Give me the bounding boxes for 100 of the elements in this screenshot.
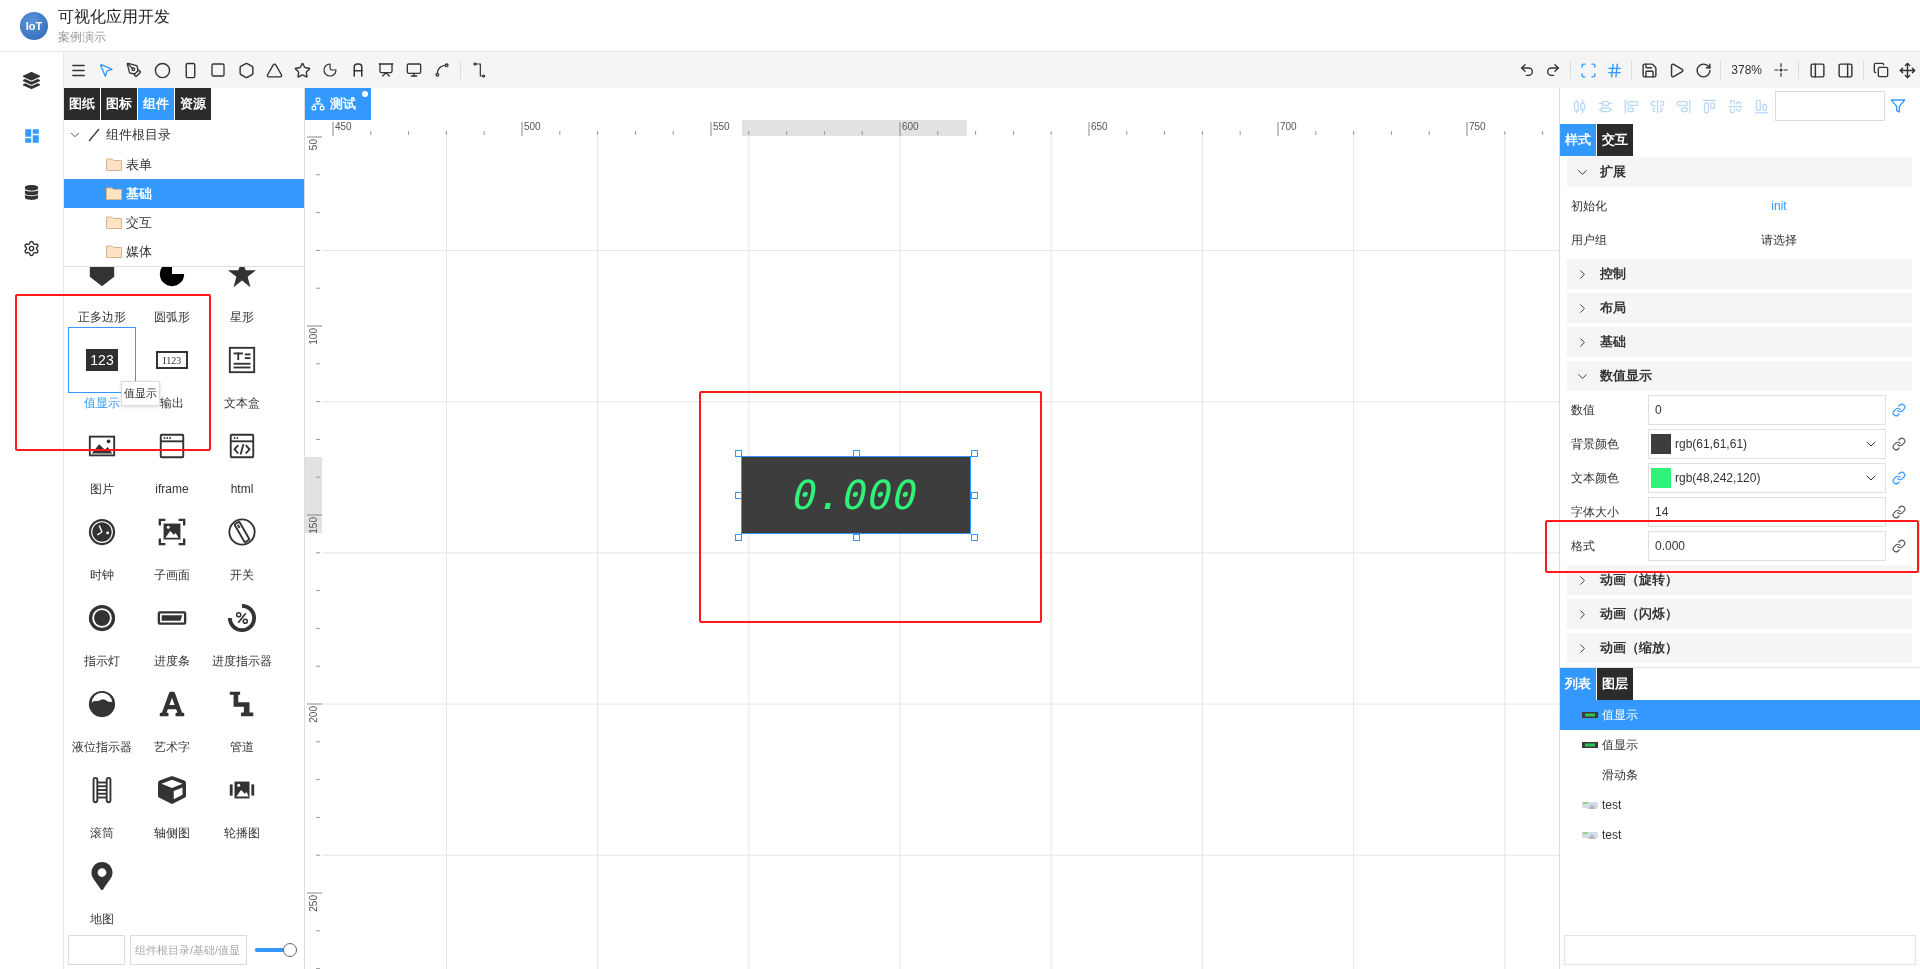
component-label: 进度条 bbox=[154, 653, 190, 670]
circle-icon bbox=[153, 61, 171, 79]
component-label: 输出 bbox=[160, 395, 184, 412]
section-header[interactable]: 扩展 bbox=[1567, 157, 1912, 187]
property-label: 文本颜色 bbox=[1570, 469, 1620, 487]
component-label: 时钟 bbox=[90, 567, 114, 584]
number-input-icon: I123 bbox=[156, 351, 188, 369]
align-top-icon bbox=[1701, 98, 1717, 114]
section-header[interactable]: 控制 bbox=[1567, 259, 1912, 289]
resize-handle[interactable] bbox=[970, 449, 978, 457]
refresh-icon bbox=[1694, 61, 1712, 79]
panel-tab[interactable]: 图纸 bbox=[64, 88, 100, 120]
component-label: 图片 bbox=[90, 481, 114, 498]
resize-handle[interactable] bbox=[734, 533, 742, 541]
ruler-label: 700 bbox=[1280, 121, 1297, 132]
image-thumbnail-icon bbox=[1582, 831, 1598, 839]
input-field[interactable] bbox=[68, 935, 125, 965]
section-header[interactable]: 动画（缩放） bbox=[1567, 633, 1912, 663]
link-icon bbox=[1891, 403, 1906, 417]
component-label: 滚筒 bbox=[90, 825, 114, 842]
clock-icon bbox=[87, 517, 117, 547]
hexagon-icon bbox=[237, 61, 255, 79]
layer-item[interactable]: 值显示 bbox=[1560, 730, 1920, 760]
code-window-icon bbox=[227, 431, 257, 461]
panel-tab[interactable]: 图标 bbox=[101, 88, 137, 120]
browser-window-icon bbox=[157, 431, 187, 461]
resize-handle[interactable] bbox=[970, 491, 978, 499]
property-input[interactable]: 0.000 bbox=[1648, 531, 1886, 561]
inspector-tab[interactable]: 交互 bbox=[1597, 124, 1633, 156]
fit-view-icon bbox=[1579, 61, 1597, 79]
tree-item[interactable]: 表单 bbox=[64, 150, 304, 179]
slider-thumb[interactable] bbox=[283, 943, 297, 957]
distribute-vertical-icon bbox=[1597, 98, 1613, 114]
color-select[interactable]: rgb(48,242,120) bbox=[1648, 463, 1886, 493]
layer-item[interactable]: test bbox=[1560, 820, 1920, 850]
resize-handle[interactable] bbox=[970, 533, 978, 541]
tree-item[interactable]: 媒体 bbox=[64, 237, 304, 266]
component-label: 星形 bbox=[230, 309, 254, 326]
ruler-label: 250 bbox=[308, 895, 319, 912]
tree-root[interactable]: 组件根目录 bbox=[64, 120, 304, 150]
crosshair-icon bbox=[1773, 62, 1789, 78]
arc-icon bbox=[322, 62, 338, 78]
link-icon bbox=[1891, 539, 1906, 553]
panel-tab[interactable]: 资源 bbox=[175, 88, 211, 120]
property-input[interactable]: 14 bbox=[1648, 497, 1886, 527]
folder-icon bbox=[106, 245, 122, 258]
section-header[interactable]: 动画（闪烁） bbox=[1567, 599, 1912, 629]
monitor-icon bbox=[406, 62, 422, 78]
resize-handle[interactable] bbox=[734, 491, 742, 499]
component-label: 进度指示器 bbox=[212, 653, 272, 670]
layers-icon bbox=[23, 71, 40, 89]
square-icon bbox=[210, 62, 226, 78]
ruler-label: 750 bbox=[1469, 121, 1486, 132]
triangle-icon bbox=[265, 61, 283, 79]
component-label: 开关 bbox=[230, 567, 254, 584]
component-label: 正多边形 bbox=[78, 309, 126, 326]
resize-handle[interactable] bbox=[852, 449, 860, 457]
ruler-label: 200 bbox=[308, 706, 319, 723]
tree-item[interactable]: 交互 bbox=[64, 208, 304, 237]
image-thumbnail-icon bbox=[1582, 801, 1598, 809]
component-label: 轴侧图 bbox=[154, 825, 190, 842]
framed-image-icon bbox=[157, 517, 187, 547]
connector-icon bbox=[434, 62, 450, 78]
property-input[interactable]: 0 bbox=[1648, 395, 1886, 425]
folder-icon bbox=[106, 216, 122, 229]
section-header[interactable]: 布局 bbox=[1567, 293, 1912, 323]
folder-icon bbox=[106, 158, 122, 171]
input-field[interactable] bbox=[1564, 935, 1916, 965]
search-field[interactable] bbox=[1775, 91, 1885, 121]
filter-icon bbox=[1890, 98, 1906, 114]
resize-handle[interactable] bbox=[852, 533, 860, 541]
panel-left-icon bbox=[1808, 61, 1826, 79]
value-display-widget[interactable]: 0.000 bbox=[742, 457, 970, 533]
settings-icon bbox=[23, 239, 40, 257]
zoom-level: 378% bbox=[1730, 63, 1763, 77]
path-field[interactable]: 组件根目录/基础/值显 bbox=[130, 935, 247, 965]
distribute-horizontal-icon bbox=[1571, 98, 1587, 114]
art-text-icon bbox=[158, 690, 186, 718]
component-label: 文本盒 bbox=[224, 395, 260, 412]
section-header[interactable]: 数值显示 bbox=[1567, 361, 1912, 391]
component-label: 管道 bbox=[230, 739, 254, 756]
section-header[interactable]: 动画（旋转） bbox=[1567, 565, 1912, 595]
pentagon-icon bbox=[87, 267, 117, 289]
layer-item[interactable]: test bbox=[1560, 790, 1920, 820]
redo-icon bbox=[1545, 62, 1562, 78]
layers-tab[interactable]: 图层 bbox=[1597, 668, 1633, 700]
resize-handle[interactable] bbox=[734, 449, 742, 457]
align-center-icon bbox=[1649, 98, 1665, 114]
color-select[interactable]: rgb(61,61,61) bbox=[1648, 429, 1886, 459]
layer-item[interactable]: 滑动条 bbox=[1560, 760, 1920, 790]
user-group-select[interactable]: 请选择 bbox=[1761, 231, 1797, 249]
property-label: 字体大小 bbox=[1570, 503, 1620, 521]
section-header[interactable]: 基础 bbox=[1567, 327, 1912, 357]
text-box-icon bbox=[227, 345, 257, 375]
component-label: iframe bbox=[155, 481, 189, 498]
ruler-label: 500 bbox=[524, 121, 541, 132]
component-label: 指示灯 bbox=[84, 653, 120, 670]
ruler-label: 550 bbox=[713, 121, 730, 132]
window-stack-icon bbox=[1873, 62, 1889, 78]
indicator-light-icon bbox=[87, 603, 117, 633]
